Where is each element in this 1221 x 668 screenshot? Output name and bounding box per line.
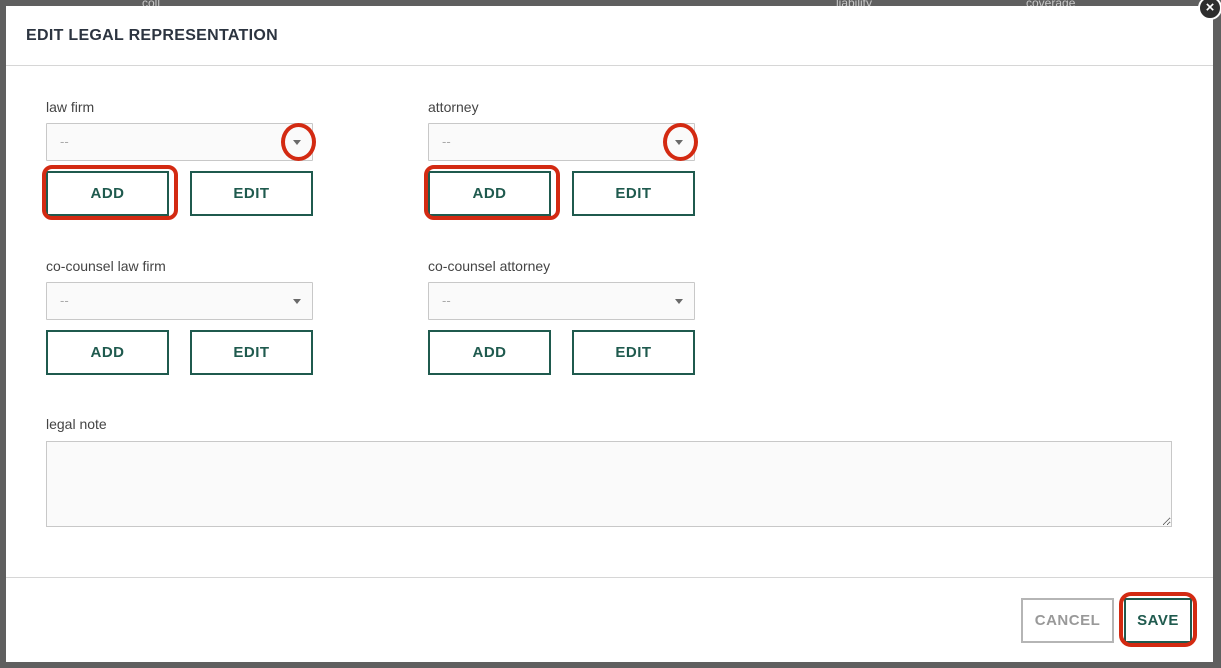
chevron-down-icon[interactable] [293, 299, 301, 304]
co-counsel-law-firm-add-button[interactable]: ADD [46, 330, 169, 375]
co-counsel-law-firm-label: co-counsel law firm [46, 258, 166, 274]
chevron-down-icon[interactable] [293, 140, 301, 145]
law-firm-add-button[interactable]: ADD [46, 171, 169, 216]
law-firm-edit-button[interactable]: EDIT [190, 171, 313, 216]
legal-note-textarea[interactable] [46, 441, 1172, 527]
co-counsel-law-firm-select-value: -- [60, 293, 69, 308]
chevron-down-icon[interactable] [675, 299, 683, 304]
dialog-title: EDIT LEGAL REPRESENTATION [26, 27, 278, 44]
co-counsel-attorney-edit-button[interactable]: EDIT [572, 330, 695, 375]
attorney-add-button[interactable]: ADD [428, 171, 551, 216]
attorney-select[interactable]: -- [428, 123, 695, 161]
dialog-footer-divider [6, 577, 1213, 578]
co-counsel-attorney-select[interactable]: -- [428, 282, 695, 320]
dialog-header: EDIT LEGAL REPRESENTATION [6, 6, 1213, 66]
chevron-down-icon[interactable] [675, 140, 683, 145]
attorney-label: attorney [428, 99, 479, 115]
co-counsel-attorney-select-value: -- [442, 293, 451, 308]
co-counsel-attorney-add-button[interactable]: ADD [428, 330, 551, 375]
co-counsel-attorney-label: co-counsel attorney [428, 258, 551, 274]
law-firm-select[interactable]: -- [46, 123, 313, 161]
co-counsel-law-firm-select[interactable]: -- [46, 282, 313, 320]
attorney-edit-button[interactable]: EDIT [572, 171, 695, 216]
co-counsel-law-firm-edit-button[interactable]: EDIT [190, 330, 313, 375]
legal-note-label: legal note [46, 416, 107, 432]
edit-legal-representation-dialog: EDIT LEGAL REPRESENTATION law firm -- AD… [6, 6, 1213, 662]
attorney-select-value: -- [442, 134, 451, 149]
law-firm-select-value: -- [60, 134, 69, 149]
cancel-button[interactable]: CANCEL [1021, 598, 1114, 643]
save-button[interactable]: SAVE [1124, 598, 1192, 643]
law-firm-label: law firm [46, 99, 95, 115]
close-icon[interactable]: × [1198, 0, 1221, 20]
